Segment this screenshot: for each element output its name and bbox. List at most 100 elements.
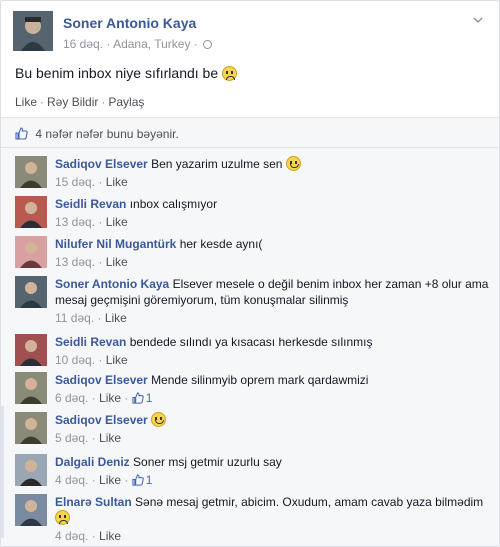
happy-emoji-icon bbox=[151, 412, 167, 427]
comment-time[interactable]: 11 dəq. bbox=[55, 311, 94, 325]
commenter-name[interactable]: Seidli Revan bbox=[55, 335, 126, 349]
like-link[interactable]: Like bbox=[15, 95, 37, 109]
comment-time[interactable]: 10 dəq. bbox=[55, 353, 95, 367]
post-author[interactable]: Soner Antonio Kaya bbox=[63, 15, 196, 31]
comment-link[interactable]: Rəy Bildir bbox=[47, 95, 98, 109]
comment-like-count[interactable]: 1 bbox=[132, 473, 152, 487]
commenter-avatar[interactable] bbox=[15, 236, 47, 268]
likes-text[interactable]: 4 nəfər nəfər bunu bəyənir. bbox=[35, 127, 178, 141]
profile-photo-icon bbox=[15, 334, 47, 366]
comment-time[interactable]: 4 dəq. bbox=[55, 529, 88, 543]
commenter-avatar[interactable] bbox=[15, 334, 47, 366]
comment-body: Sadiqov Elsever Ben yazarim uzulme sen 1… bbox=[55, 156, 489, 190]
profile-photo-icon bbox=[15, 196, 47, 228]
comment-time[interactable]: 5 dəq. bbox=[55, 431, 88, 445]
comment-content: Elnarə Sultan Sənə mesaj getmir, abicim.… bbox=[55, 494, 489, 526]
profile-photo-icon bbox=[15, 454, 47, 486]
comment-text: bendede sılındı ya kısacası herkesde sıl… bbox=[129, 335, 373, 349]
comment-body: Soner Antonio Kaya Elsever mesele o deği… bbox=[55, 276, 489, 326]
profile-photo-icon bbox=[13, 11, 53, 51]
commenter-name[interactable]: Soner Antonio Kaya bbox=[55, 277, 169, 291]
commenter-name[interactable]: Nilufer Nil Mugantürk bbox=[55, 237, 176, 251]
share-link[interactable]: Paylaş bbox=[108, 95, 144, 109]
comment-time[interactable]: 13 dəq. bbox=[55, 255, 95, 269]
commenter-name[interactable]: Sadiqov Elsever bbox=[55, 157, 148, 171]
separator: · bbox=[40, 95, 45, 109]
comment-item: Seidli Revan bendede sılındı ya kısacası… bbox=[15, 334, 489, 374]
separator: · bbox=[88, 431, 100, 445]
comment-like-link[interactable]: Like bbox=[106, 175, 128, 189]
comment-body: Nilufer Nil Mugantürk her kesde aynı( 13 … bbox=[55, 236, 489, 270]
globe-icon[interactable] bbox=[203, 40, 213, 49]
author-avatar[interactable] bbox=[13, 11, 53, 51]
separator: · bbox=[95, 215, 106, 229]
comment-text: Soner msj getmir uzurlu say bbox=[133, 455, 282, 469]
comment-item: Sadiqov Elsever Mende silinmyib oprem ma… bbox=[15, 372, 489, 412]
like-count: 1 bbox=[145, 391, 153, 405]
commenter-name[interactable]: Elnarə Sultan bbox=[55, 495, 132, 509]
commenter-avatar[interactable] bbox=[15, 276, 47, 308]
comment-time[interactable]: 4 dəq. bbox=[55, 473, 88, 487]
comment-like-link[interactable]: Like bbox=[106, 255, 128, 269]
commenter-name[interactable]: Dalgali Deniz bbox=[55, 455, 130, 469]
profile-photo-icon bbox=[15, 276, 47, 308]
comment-meta: 6 dəq. · Like · 1 bbox=[55, 390, 489, 406]
comment-like-link[interactable]: Like bbox=[106, 353, 128, 367]
separator: · bbox=[121, 391, 132, 405]
comment-meta: 15 dəq. · Like bbox=[55, 174, 489, 190]
post-location[interactable]: Adana, Turkey bbox=[113, 37, 190, 51]
comments-section: 4 nəfər nəfər bunu bəyənir. Sadiqov Else… bbox=[1, 117, 499, 546]
comment-time[interactable]: 6 dəq. bbox=[55, 391, 88, 405]
comment-time[interactable]: 13 dəq. bbox=[55, 215, 95, 229]
separator: · bbox=[95, 353, 106, 367]
comment-meta: 13 dəq. · Like bbox=[55, 254, 489, 270]
commenter-name[interactable]: Sadiqov Elsever bbox=[55, 413, 148, 427]
comment-like-link[interactable]: Like bbox=[99, 473, 121, 487]
comment-text: her kesde aynı( bbox=[179, 237, 263, 251]
comment-text: Sənə mesaj getmir, abicim. Oxudum, amam … bbox=[135, 495, 484, 509]
comment-item: Sadiqov Elsever 5 dəq. · Like bbox=[15, 412, 489, 452]
profile-photo-icon bbox=[15, 372, 47, 404]
separator: · bbox=[101, 95, 106, 109]
commenter-avatar[interactable] bbox=[15, 412, 47, 444]
post-actions: Like · Rəy Bildir · Paylaş bbox=[15, 95, 144, 109]
comment-like-link[interactable]: Like bbox=[99, 431, 121, 445]
comment-like-link[interactable]: Like bbox=[99, 529, 121, 543]
comment-content: Soner Antonio Kaya Elsever mesele o deği… bbox=[55, 276, 489, 308]
commenter-avatar[interactable] bbox=[15, 494, 47, 526]
commenter-name[interactable]: Seidli Revan bbox=[55, 197, 126, 211]
post-card: Soner Antonio Kaya 16 dəq. · Adana, Turk… bbox=[0, 0, 500, 547]
comment-content: Sadiqov Elsever Mende silinmyib oprem ma… bbox=[55, 372, 489, 388]
separator: · bbox=[88, 473, 100, 487]
comment-like-link[interactable]: Like bbox=[106, 215, 128, 229]
comment-text: ınbox calışmıyor bbox=[129, 197, 218, 211]
sad-emoji-icon bbox=[55, 510, 70, 525]
sad-emoji-icon bbox=[222, 66, 238, 81]
comment-body: Sadiqov Elsever 5 dəq. · Like bbox=[55, 412, 489, 446]
comment-content: Seidli Revan bendede sılındı ya kısacası… bbox=[55, 334, 489, 350]
comment-content: Sadiqov Elsever bbox=[55, 412, 489, 428]
comment-like-count[interactable]: 1 bbox=[132, 391, 153, 405]
comment-meta: 13 dəq. · Like bbox=[55, 214, 489, 230]
chevron-down-icon[interactable] bbox=[471, 13, 485, 27]
like-thumb-icon bbox=[15, 127, 28, 140]
commenter-name[interactable]: Sadiqov Elsever bbox=[55, 373, 148, 387]
comment-like-link[interactable]: Like bbox=[99, 391, 121, 405]
comment-item: Seidli Revan ınbox calışmıyor 13 dəq. · L… bbox=[15, 196, 489, 236]
commenter-avatar[interactable] bbox=[15, 156, 47, 188]
comment-body: Elnarə Sultan Sənə mesaj getmir, abicim.… bbox=[55, 494, 489, 544]
comment-meta: 4 dəq. · Like · 1 bbox=[55, 472, 489, 488]
separator: · bbox=[94, 311, 105, 325]
comment-like-link[interactable]: Like bbox=[105, 311, 127, 325]
post-body: Bu benim inbox niye sıfırlandı be bbox=[15, 65, 219, 81]
comment-meta: 10 dəq. · Like bbox=[55, 352, 489, 368]
commenter-avatar[interactable] bbox=[15, 196, 47, 228]
comment-meta: 4 dəq. · Like bbox=[55, 528, 489, 544]
commenter-avatar[interactable] bbox=[15, 372, 47, 404]
post-time[interactable]: 16 dəq. bbox=[63, 37, 103, 51]
separator: · bbox=[121, 473, 132, 487]
separator: · bbox=[95, 175, 106, 189]
happy-emoji-icon bbox=[285, 156, 301, 171]
comment-time[interactable]: 15 dəq. bbox=[55, 175, 95, 189]
commenter-avatar[interactable] bbox=[15, 454, 47, 486]
